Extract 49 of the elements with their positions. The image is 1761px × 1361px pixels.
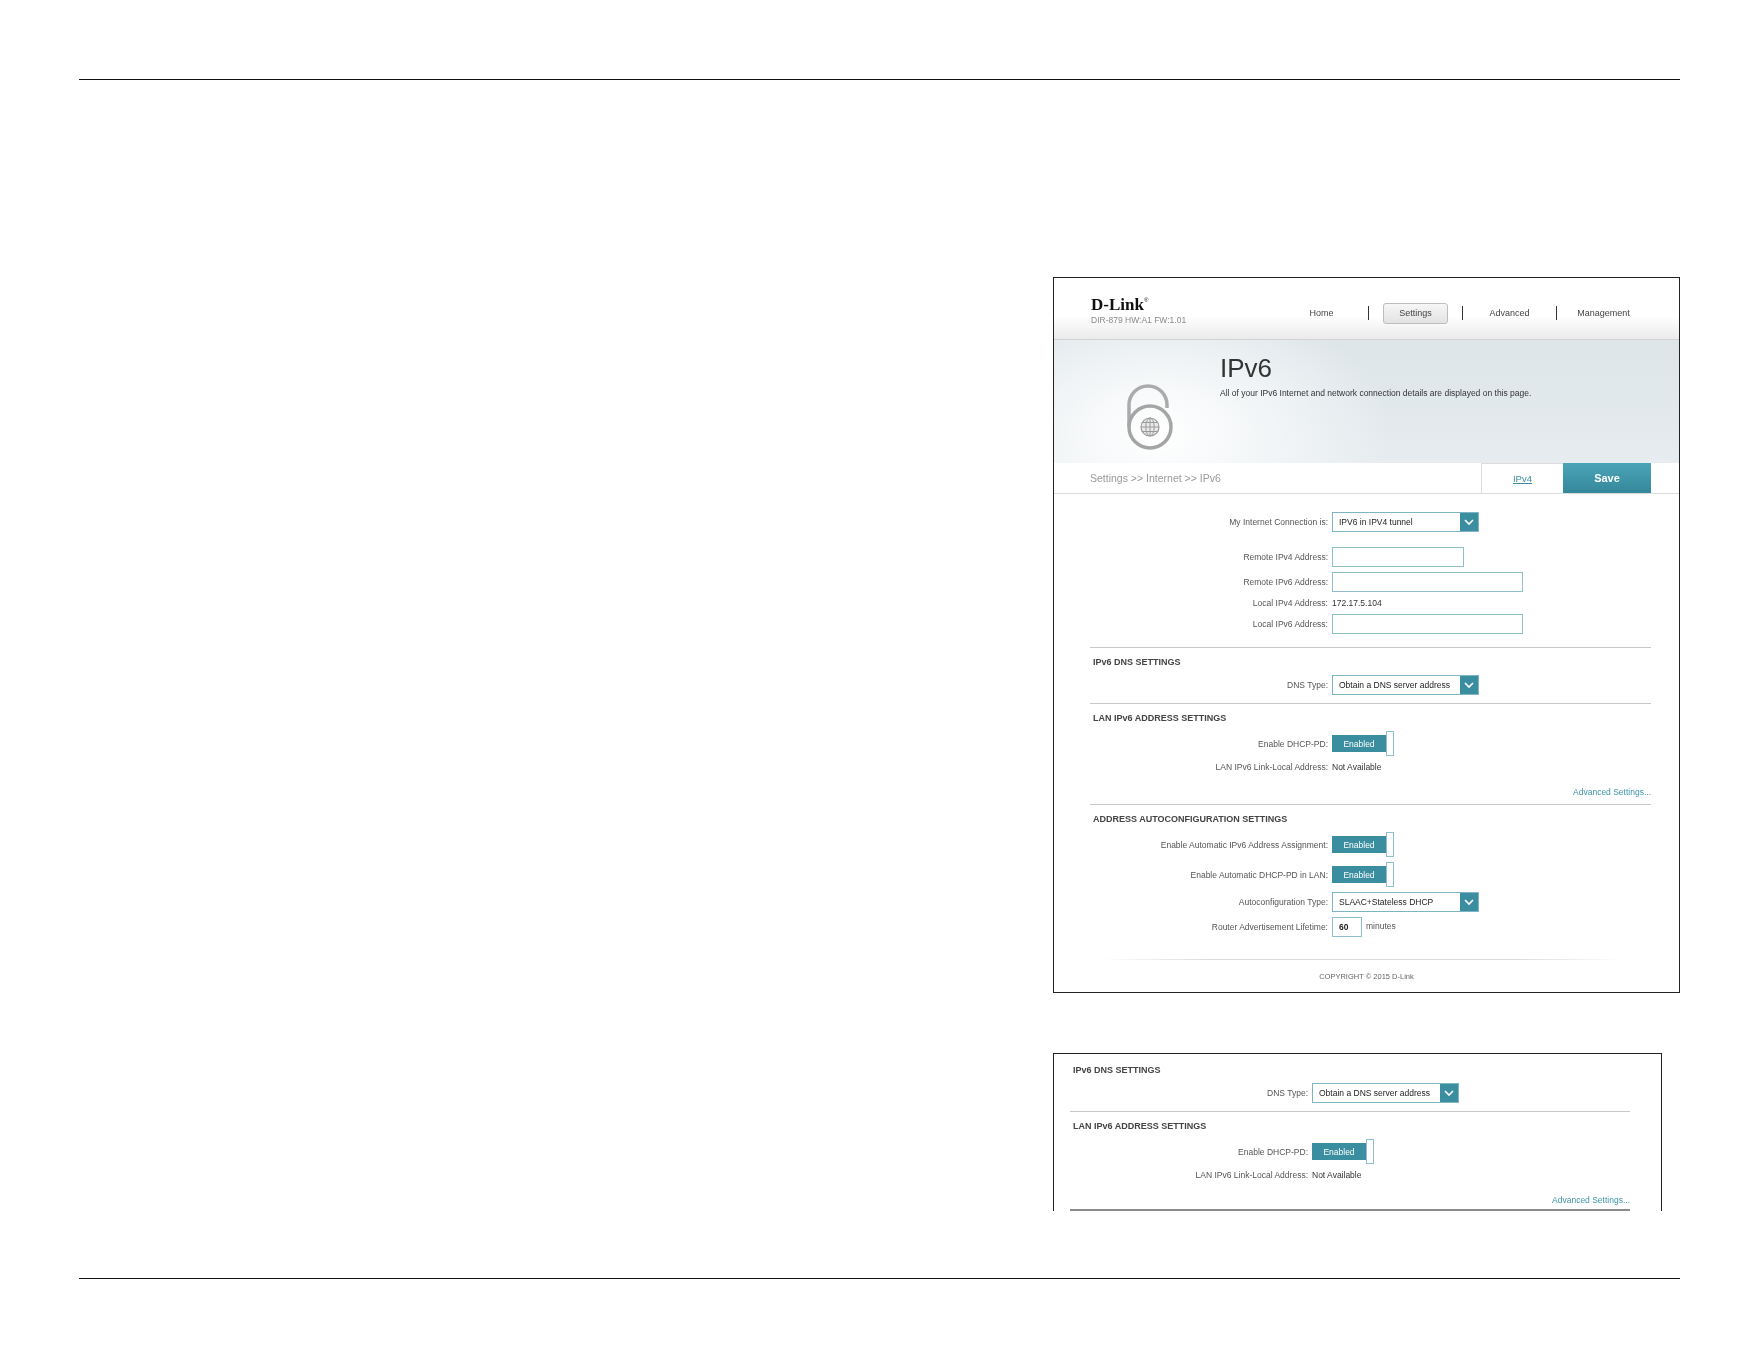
nav-tab[interactable]: Management	[1561, 302, 1646, 324]
field-label: DNS Type:	[1267, 1087, 1308, 1099]
padlock-globe-icon	[1127, 384, 1173, 450]
advanced-settings-link[interactable]: Advanced Settings...	[1552, 1194, 1630, 1206]
text-input[interactable]	[1332, 547, 1464, 567]
model-info-text: DIR-879 HW:A1 FW:1.01	[1091, 315, 1187, 325]
ipv4-link[interactable]: IPv4	[1481, 463, 1563, 493]
field-label: Enable DHCP-PD:	[1238, 1145, 1308, 1158]
dropdown-select[interactable]: SLAAC+Stateless DHCP	[1332, 892, 1479, 912]
text-input[interactable]	[1332, 614, 1523, 634]
page-title: IPv6	[1220, 353, 1273, 383]
field-label: Remote IPv6 Address:	[1243, 576, 1328, 588]
dropdown-select[interactable]: IPV6 in IPV4 tunnel	[1332, 512, 1479, 532]
field-label: LAN IPv6 Link-Local Address:	[1215, 761, 1328, 773]
advanced-settings-link[interactable]: Advanced Settings...	[1573, 786, 1651, 798]
nav-tab[interactable]: Home	[1293, 302, 1350, 324]
field-label: Enable DHCP-PD:	[1258, 737, 1328, 750]
field-value: Not Available	[1312, 1169, 1362, 1181]
number-input[interactable]: 60	[1332, 917, 1362, 937]
nav-tab[interactable]: Settings	[1383, 302, 1448, 324]
section-heading: LAN IPv6 ADDRESS SETTINGS	[1092, 712, 1227, 724]
field-label: Enable Automatic IPv6 Address Assignment:	[1160, 838, 1328, 851]
dropdown-select[interactable]: Obtain a DNS server address	[1312, 1083, 1459, 1103]
page-description: All of your IPv6 Internet and network connection details are displayed on this page.	[1220, 388, 1532, 398]
chevron-down-icon	[1460, 893, 1478, 911]
field-label: Enable Automatic DHCP-PD in LAN:	[1190, 868, 1328, 881]
nav-tab[interactable]: Advanced	[1473, 302, 1546, 324]
brand-logo: D-Link$^{®}$	[1091, 297, 1149, 313]
section-heading: IPv6 DNS SETTINGS	[1072, 1064, 1161, 1076]
text-input[interactable]	[1332, 572, 1523, 592]
unit-label: minutes	[1366, 921, 1396, 931]
field-label: DNS Type:	[1287, 679, 1328, 691]
section-heading: LAN IPv6 ADDRESS SETTINGS	[1072, 1120, 1207, 1132]
dropdown-select[interactable]: Obtain a DNS server address	[1332, 675, 1479, 695]
field-label: LAN IPv6 Link-Local Address:	[1195, 1169, 1308, 1181]
section-heading: ADDRESS AUTOCONFIGURATION SETTINGS	[1092, 813, 1288, 825]
field-label: Router Advertisement Lifetime:	[1211, 921, 1328, 933]
section-heading: IPv6 DNS SETTINGS	[1092, 656, 1181, 668]
field-label: Remote IPv4 Address:	[1243, 551, 1328, 563]
chevron-down-icon	[1460, 513, 1478, 531]
chevron-down-icon	[1440, 1084, 1458, 1102]
field-label: Autoconfiguration Type:	[1238, 896, 1328, 908]
field-label: Local IPv6 Address:	[1252, 618, 1328, 630]
field-label: My Internet Connection is:	[1229, 516, 1328, 528]
field-value: 172.17.5.104	[1332, 597, 1382, 609]
field-value: Not Available	[1332, 761, 1382, 773]
field-label: Local IPv4 Address:	[1252, 597, 1328, 609]
chevron-down-icon	[1460, 676, 1478, 694]
breadcrumb-text: Settings >> Internet >> IPv6	[1089, 472, 1222, 484]
